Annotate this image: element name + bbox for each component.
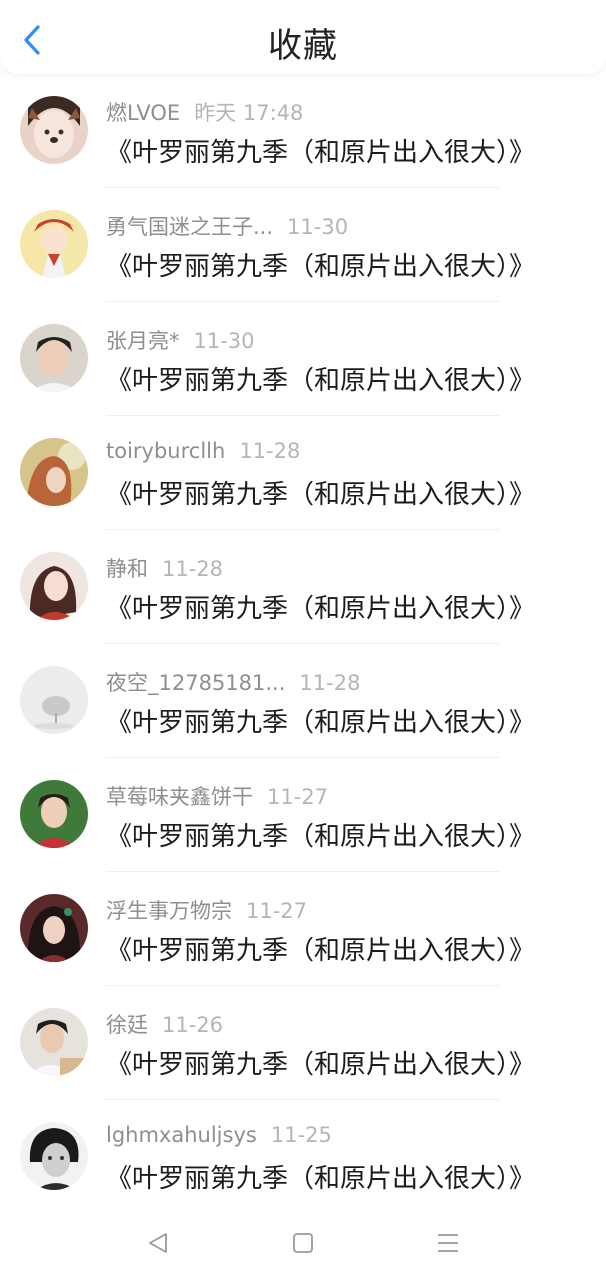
avatar[interactable] <box>20 1008 88 1076</box>
item-meta: 勇气国迷之王子... 11-30 <box>106 211 348 241</box>
timestamp: 11-28 <box>299 671 361 695</box>
favorites-screen: 收藏 燃LVOE 昨天 17:48 《叶罗丽第九季（和原片出入很大）》 勇气国迷… <box>0 0 606 1280</box>
list-item[interactable]: 浮生事万物宗 11-27 《叶罗丽第九季（和原片出入很大）》 <box>0 872 606 986</box>
item-meta: 静和 11-28 <box>106 553 223 583</box>
username[interactable]: 张月亮* <box>106 329 180 353</box>
avatar[interactable] <box>20 210 88 278</box>
item-content[interactable]: 《叶罗丽第九季（和原片出入很大）》 <box>106 1158 535 1195</box>
item-meta: 徐廷 11-26 <box>106 1009 223 1039</box>
timestamp: 11-28 <box>162 557 224 581</box>
list-item[interactable]: 草莓味夹鑫饼干 11-27 《叶罗丽第九季（和原片出入很大）》 <box>0 758 606 872</box>
item-meta: 浮生事万物宗 11-27 <box>106 895 307 925</box>
timestamp: 11-30 <box>287 215 349 239</box>
item-content[interactable]: 《叶罗丽第九季（和原片出入很大）》 <box>106 1044 535 1081</box>
list-item[interactable]: 徐廷 11-26 《叶罗丽第九季（和原片出入很大）》 <box>0 986 606 1100</box>
list-item[interactable]: 夜空_12785181... 11-28 《叶罗丽第九季（和原片出入很大）》 <box>0 644 606 758</box>
timestamp: 11-26 <box>162 1013 224 1037</box>
system-nav-bar <box>0 1206 606 1280</box>
home-square-icon <box>293 1233 313 1253</box>
avatar[interactable] <box>20 96 88 164</box>
avatar[interactable] <box>20 780 88 848</box>
item-meta: 张月亮* 11-30 <box>106 325 255 355</box>
username[interactable]: 草莓味夹鑫饼干 <box>106 785 253 809</box>
avatar[interactable] <box>20 552 88 620</box>
nav-menu-button[interactable] <box>431 1226 465 1260</box>
page-title: 收藏 <box>268 26 338 66</box>
username[interactable]: 静和 <box>106 557 148 581</box>
username[interactable]: 徐廷 <box>106 1013 148 1037</box>
username[interactable]: toiryburcllh <box>106 439 225 463</box>
timestamp: 11-27 <box>246 899 308 923</box>
item-meta: 燃LVOE 昨天 17:48 <box>106 97 303 127</box>
timestamp: 11-27 <box>267 785 329 809</box>
timestamp: 昨天 17:48 <box>194 101 304 125</box>
username[interactable]: 夜空_12785181... <box>106 671 285 695</box>
timestamp: 11-28 <box>239 439 301 463</box>
item-content[interactable]: 《叶罗丽第九季（和原片出入很大）》 <box>106 246 535 283</box>
avatar[interactable] <box>20 324 88 392</box>
list-item[interactable]: 张月亮* 11-30 《叶罗丽第九季（和原片出入很大）》 <box>0 302 606 416</box>
username[interactable]: 浮生事万物宗 <box>106 899 232 923</box>
item-content[interactable]: 《叶罗丽第九季（和原片出入很大）》 <box>106 702 535 739</box>
timestamp: 11-30 <box>193 329 255 353</box>
item-meta: toiryburcllh 11-28 <box>106 439 300 463</box>
item-content[interactable]: 《叶罗丽第九季（和原片出入很大）》 <box>106 132 535 169</box>
list-item[interactable]: 燃LVOE 昨天 17:48 《叶罗丽第九季（和原片出入很大）》 <box>0 74 606 188</box>
nav-back-button[interactable] <box>141 1226 175 1260</box>
list-item[interactable]: lghmxahuljsys 11-25 《叶罗丽第九季（和原片出入很大）》 <box>0 1100 606 1214</box>
item-meta: 夜空_12785181... 11-28 <box>106 667 360 697</box>
list-item[interactable]: 静和 11-28 《叶罗丽第九季（和原片出入很大）》 <box>0 530 606 644</box>
item-content[interactable]: 《叶罗丽第九季（和原片出入很大）》 <box>106 588 535 625</box>
item-meta: 草莓味夹鑫饼干 11-27 <box>106 781 328 811</box>
item-content[interactable]: 《叶罗丽第九季（和原片出入很大）》 <box>106 360 535 397</box>
list-item[interactable]: toiryburcllh 11-28 《叶罗丽第九季（和原片出入很大）》 <box>0 416 606 530</box>
item-content[interactable]: 《叶罗丽第九季（和原片出入很大）》 <box>106 930 535 967</box>
avatar[interactable] <box>20 894 88 962</box>
username[interactable]: lghmxahuljsys <box>106 1123 257 1147</box>
avatar[interactable] <box>20 666 88 734</box>
item-meta: lghmxahuljsys 11-25 <box>106 1123 332 1147</box>
header-bar: 收藏 <box>0 0 606 74</box>
timestamp: 11-25 <box>270 1123 332 1147</box>
item-content[interactable]: 《叶罗丽第九季（和原片出入很大）》 <box>106 816 535 853</box>
nav-home-button[interactable] <box>286 1226 320 1260</box>
menu-lines-icon <box>438 1234 458 1252</box>
item-content[interactable]: 《叶罗丽第九季（和原片出入很大）》 <box>106 474 535 511</box>
username[interactable]: 燃LVOE <box>106 101 180 125</box>
avatar[interactable] <box>20 438 88 506</box>
username[interactable]: 勇气国迷之王子... <box>106 215 273 239</box>
back-triangle-icon <box>149 1233 167 1253</box>
favorites-list: 燃LVOE 昨天 17:48 《叶罗丽第九季（和原片出入很大）》 勇气国迷之王子.… <box>0 74 606 1214</box>
list-item[interactable]: 勇气国迷之王子... 11-30 《叶罗丽第九季（和原片出入很大）》 <box>0 188 606 302</box>
avatar[interactable] <box>20 1122 88 1190</box>
